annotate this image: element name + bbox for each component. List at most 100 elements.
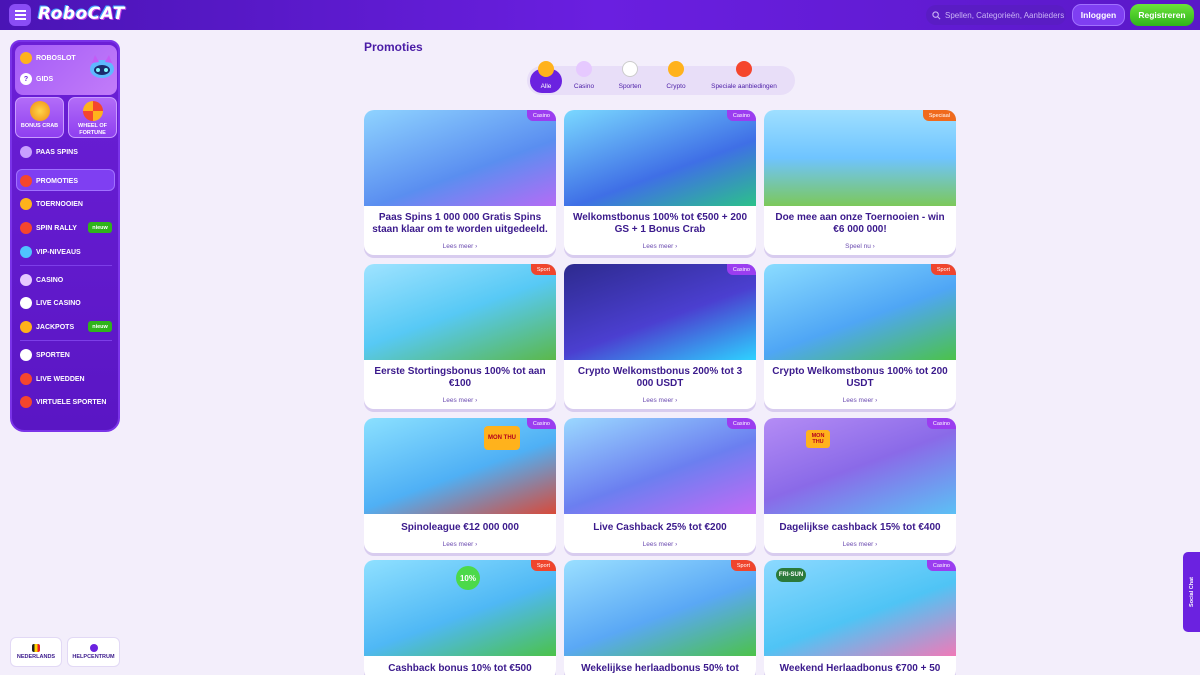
sidebar-item-live-wedden[interactable]: LIVE WEDDEN [20, 373, 85, 385]
sidebar-item-promoties[interactable]: PROMOTIES [20, 175, 78, 187]
hamburger-menu-button[interactable] [9, 4, 31, 26]
promo-card[interactable]: Casino Crypto Welkomstbonus 200% tot 3 0… [564, 264, 756, 409]
category-tag: Sport [730, 560, 756, 571]
day-sign: MON THU [484, 426, 520, 450]
live-betting-icon [20, 373, 32, 385]
promo-card[interactable]: Casino Live Cashback 25% tot €200 Lees m… [564, 418, 756, 553]
site-logo[interactable]: RoboCAT [38, 4, 125, 24]
help-label: HELPCENTRUM [72, 654, 115, 660]
sidebar-item-label: LIVE WEDDEN [36, 375, 85, 383]
promo-card[interactable]: Sport Eerste Stortingsbonus 100% tot aan… [364, 264, 556, 409]
search-icon [932, 10, 941, 19]
sidebar-item-jackpots[interactable]: JACKPOTS [20, 321, 74, 333]
filter-special[interactable]: Speciale aanbiedingen [698, 60, 790, 93]
promo-image: FRI-SUN [764, 560, 956, 656]
play-now-link[interactable]: Speel nu › [764, 243, 956, 250]
filter-crypto[interactable]: Crypto [654, 60, 698, 93]
promo-card[interactable]: Sport Wekelijkse herlaadbonus 50% tot [564, 560, 756, 675]
search-input[interactable] [945, 10, 1065, 20]
sidebar-item-label: PAAS SPINS [36, 148, 78, 156]
sidebar-item-casino[interactable]: CASINO [20, 274, 63, 286]
gift-icon [736, 60, 752, 77]
read-more-link[interactable]: Lees meer › [764, 541, 956, 548]
bonus-crab-tile[interactable]: BONUS CRAB [15, 97, 64, 138]
promo-image: MON THU [764, 418, 956, 514]
sidebar-item-sporten[interactable]: SPORTEN [20, 349, 70, 361]
promo-image: MON THU [364, 418, 556, 514]
filter-label: Casino [573, 82, 595, 90]
sidebar-item-vip-niveaus[interactable]: VIP-NIVEAUS [20, 246, 81, 258]
filter-all[interactable]: Alle [530, 60, 562, 93]
read-more-link[interactable]: Lees meer › [564, 243, 756, 250]
sidebar-item-label: TOERNOOIEN [36, 200, 83, 208]
language-button[interactable]: NEDERLANDS [10, 637, 62, 667]
promo-card[interactable]: Sport Crypto Welkomstbonus 100% tot 200 … [764, 264, 956, 409]
promo-title: Crypto Welkomstbonus 100% tot 200 USDT [772, 366, 948, 389]
tile-label: BONUS CRAB [20, 123, 59, 129]
promo-image [564, 418, 756, 514]
promo-title: Cashback bonus 10% tot €500 [388, 663, 532, 674]
filter-sporten[interactable]: Sporten [606, 60, 654, 93]
crab-icon [30, 101, 50, 121]
sidebar-item-roboslot[interactable]: ROBOSLOT [20, 52, 76, 64]
promo-card[interactable]: 10% Sport Cashback bonus 10% tot €500 [364, 560, 556, 675]
sidebar-divider [20, 265, 112, 266]
sidebar-item-paas-spins[interactable]: PAAS SPINS [20, 146, 78, 158]
sidebar-item-label: ROBOSLOT [36, 54, 76, 62]
sidebar-item-virtuele-sporten[interactable]: VIRTUELE SPORTEN [20, 396, 106, 408]
belgium-flag-icon [32, 644, 40, 652]
promo-card[interactable]: MON THU Casino Dagelijkse cashback 15% t… [764, 418, 956, 553]
promo-filter-tabs: Alle Casino Sporten Crypto Speciale aanb… [527, 60, 795, 95]
read-more-link[interactable]: Lees meer › [564, 541, 756, 548]
crown-icon [538, 60, 554, 77]
read-more-link[interactable]: Lees meer › [564, 397, 756, 404]
read-more-link[interactable]: Lees meer › [364, 397, 556, 404]
new-badge: nieuw [88, 222, 112, 233]
gift-icon [20, 175, 32, 187]
filter-label: Sporten [618, 82, 642, 90]
login-button[interactable]: Inloggen [1072, 4, 1125, 26]
promo-card[interactable]: Speciaal Doe mee aan onze Toernooien - w… [764, 110, 956, 255]
sidebar-item-gids[interactable]: ? GIDS [20, 73, 53, 85]
read-more-link[interactable]: Lees meer › [764, 397, 956, 404]
promo-card[interactable]: MON THU Casino Spinoleague €12 000 000 L… [364, 418, 556, 553]
slot-coin-icon [20, 52, 32, 64]
sidebar-item-live-casino[interactable]: LIVE CASINO [20, 297, 81, 309]
cards-icon [20, 297, 32, 309]
promo-card[interactable]: FRI-SUN Casino Weekend Herlaadbonus €700… [764, 560, 956, 675]
sidebar-item-label: GIDS [36, 75, 54, 83]
promo-card[interactable]: Casino Welkomstbonus 100% tot €500 + 200… [564, 110, 756, 255]
search-bar[interactable] [926, 5, 1066, 25]
promo-title: Eerste Stortingsbonus 100% tot aan €100 [374, 366, 546, 389]
sidebar-item-label: CASINO [36, 276, 64, 284]
category-tag: Sport [930, 264, 956, 275]
category-tag: Sport [530, 560, 556, 571]
sidebar-item-toernooien[interactable]: TOERNOOIEN [20, 198, 83, 210]
help-center-button[interactable]: HELPCENTRUM [67, 637, 120, 667]
day-sign: MON THU [806, 430, 830, 448]
sidebar-item-spin-rally[interactable]: SPIN RALLY [20, 222, 77, 234]
wheel-of-fortune-tile[interactable]: WHEEL OF FORTUNE [68, 97, 117, 138]
category-tag: Casino [926, 418, 956, 429]
filter-casino[interactable]: Casino [562, 60, 606, 93]
virtual-sports-icon [20, 396, 32, 408]
promo-card[interactable]: Casino Paas Spins 1 000 000 Gratis Spins… [364, 110, 556, 255]
new-badge: nieuw [88, 321, 112, 332]
jackpot-icon [20, 321, 32, 333]
read-more-link[interactable]: Lees meer › [364, 541, 556, 548]
category-tag: Casino [926, 560, 956, 571]
sidebar-item-label: PROMOTIES [36, 177, 79, 185]
sidebar-divider [20, 340, 112, 341]
sidebar-item-label: LIVE CASINO [36, 299, 81, 307]
help-icon [89, 644, 98, 652]
promo-image [364, 110, 556, 206]
ball-icon [622, 60, 638, 77]
read-more-link[interactable]: Lees meer › [364, 243, 556, 250]
promo-image [564, 264, 756, 360]
promo-title: Welkomstbonus 100% tot €500 + 200 GS + 1… [572, 212, 748, 235]
filter-label: Crypto [666, 82, 686, 90]
social-chat-button[interactable]: Social Chat [1183, 552, 1200, 632]
robot-cat-icon [90, 55, 114, 78]
register-button[interactable]: Registreren [1130, 4, 1194, 26]
top-header: RoboCAT Inloggen Registreren [0, 0, 1200, 30]
